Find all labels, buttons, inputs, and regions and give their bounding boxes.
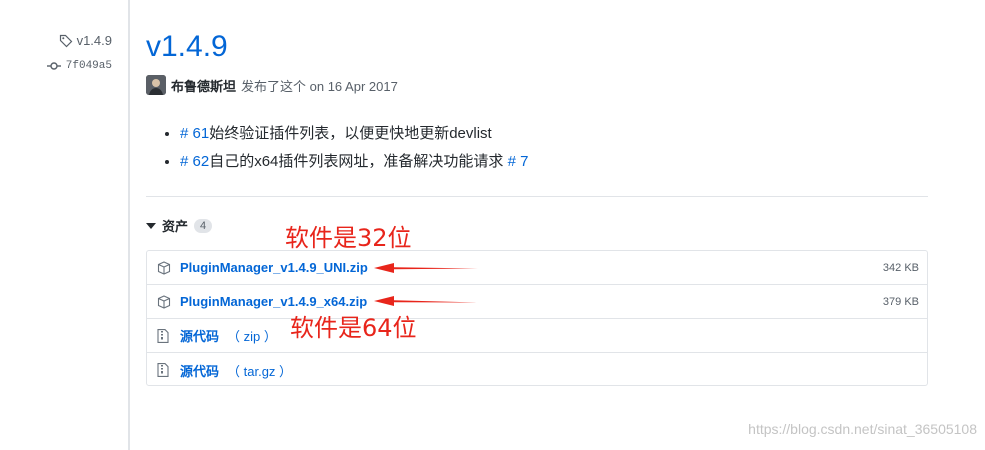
caret-down-icon — [146, 222, 156, 229]
asset-row: 源代码 （ zip ） — [147, 319, 927, 353]
release-sidebar: v1.4.9 7f049a5 — [0, 0, 130, 450]
asset-row: 源代码 （ tar.gz ） — [147, 353, 927, 387]
assets-list: PluginManager_v1.4.9_UNI.zip 342 KB Plug… — [146, 250, 928, 386]
source-format: （ zip ） — [227, 329, 277, 344]
asset-size: 379 KB — [882, 295, 919, 308]
source-code-link[interactable]: 源代码 — [180, 361, 219, 380]
asset-download-link[interactable]: PluginManager_v1.4.9_x64.zip — [180, 294, 367, 309]
source-code-link[interactable]: 源代码 — [180, 326, 219, 345]
annotation-arrow-icon — [374, 263, 478, 273]
commit-link[interactable]: 7f049a5 — [46, 60, 112, 72]
note-text: 始终验证插件列表，以便更快地更新devlist — [209, 125, 492, 142]
watermark: https://blog.csdn.net/sinat_36505108 — [748, 421, 977, 437]
asset-size: 342 KB — [882, 261, 919, 274]
asset-download-link[interactable]: PluginManager_v1.4.9_UNI.zip — [180, 260, 368, 275]
commit-icon — [46, 61, 61, 71]
asset-row: PluginManager_v1.4.9_x64.zip 379 KB — [147, 285, 927, 319]
published-date: 发布了这个 on 16 Apr 2017 — [241, 78, 398, 94]
issue-link[interactable]: # 7 — [508, 153, 529, 170]
release-title[interactable]: v1.4.9 — [146, 28, 228, 66]
annotation-arrow-icon — [374, 296, 478, 306]
tag-link[interactable]: v1.4.9 — [59, 33, 112, 48]
release-meta: 布鲁德斯坦 发布了这个 on 16 Apr 2017 — [146, 75, 398, 95]
note-text: 自己的x64插件列表网址，准备解决功能请求 — [209, 153, 504, 170]
release-note-item: # 61始终验证插件列表，以便更快地更新devlist — [180, 120, 528, 148]
package-icon — [157, 260, 171, 275]
divider — [146, 196, 928, 197]
avatar[interactable] — [146, 75, 166, 95]
assets-count-badge: 4 — [194, 218, 213, 233]
file-zip-icon — [157, 328, 171, 343]
author-name[interactable]: 布鲁德斯坦 — [171, 76, 236, 95]
annotation-32bit: 软件是32位 — [285, 224, 412, 252]
annotation-64bit: 软件是64位 — [290, 314, 417, 342]
release-note-item: # 62自己的x64插件列表网址，准备解决功能请求 # 7 — [180, 148, 528, 176]
source-format: （ tar.gz ） — [227, 363, 293, 379]
commit-hash: 7f049a5 — [65, 60, 112, 72]
package-icon — [157, 294, 171, 309]
asset-row: PluginManager_v1.4.9_UNI.zip 342 KB — [147, 251, 927, 285]
assets-label: 资产 — [162, 219, 189, 234]
issue-link[interactable]: # 61 — [180, 125, 209, 142]
issue-link[interactable]: # 62 — [180, 153, 209, 170]
tag-icon — [59, 34, 73, 48]
file-zip-icon — [157, 363, 171, 377]
release-notes: # 61始终验证插件列表，以便更快地更新devlist # 62自己的x64插件… — [156, 120, 528, 176]
tag-label: v1.4.9 — [76, 33, 112, 48]
assets-toggle[interactable]: 资产 4 — [146, 216, 213, 235]
